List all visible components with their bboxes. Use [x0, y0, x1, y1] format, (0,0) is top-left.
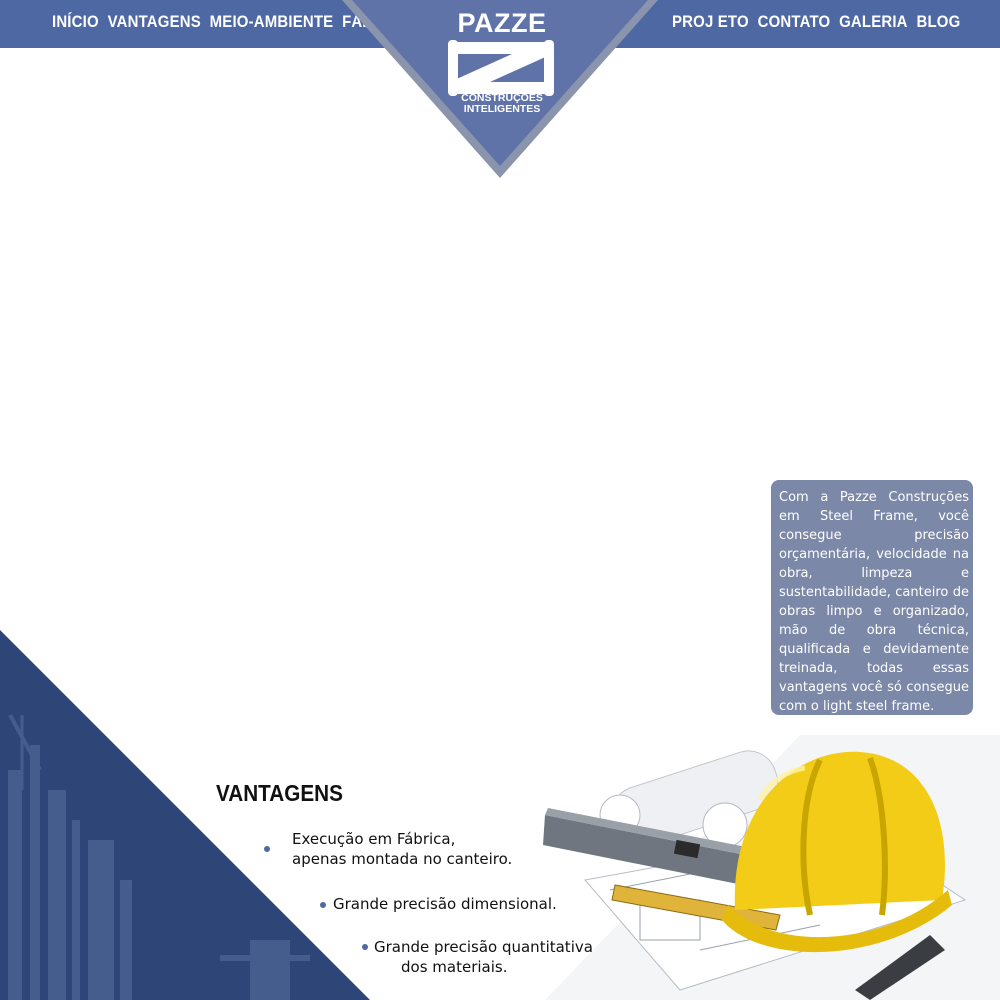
info-box-text: Com a Pazze Construções em Steel Frame, …: [779, 490, 969, 714]
bullet-dot: [264, 846, 270, 852]
nav-right: PROJ ETO CONTATO GALERIA BLOG: [672, 12, 960, 32]
advantage-item: Execução em Fábrica, apenas montada no c…: [292, 829, 512, 869]
logo-brand: PAZZE: [457, 8, 547, 38]
nav-item-galeria[interactable]: GALERIA: [839, 12, 908, 32]
advantage-item: Grande precisão dimensional.: [333, 894, 557, 914]
logo-tagline: CONSTRUÇÕES INTELIGENTES: [442, 93, 562, 115]
bullet-dot: [362, 944, 368, 950]
bullet-dot: [320, 902, 326, 908]
nav-item-blog[interactable]: BLOG: [916, 12, 960, 32]
advantage-item-line1: Grande precisão quantitativa: [374, 938, 593, 956]
advantage-item-line1: Execução em Fábrica,: [292, 830, 456, 848]
nav-item-inicio[interactable]: INÍCIO: [52, 12, 99, 32]
nav-item-projeto[interactable]: PROJ ETO: [672, 12, 749, 32]
advantage-item-line2: apenas montada no canteiro.: [292, 850, 513, 868]
logo[interactable]: PAZZE CONSTRUÇÕES INTELIGENTES: [340, 0, 660, 180]
logo-tagline-line2: INTELIGENTES: [463, 103, 541, 115]
info-box: Com a Pazze Construções em Steel Frame, …: [771, 480, 973, 715]
advantage-item-line2: dos materiais.: [401, 958, 508, 976]
nav-item-meio-ambiente[interactable]: MEIO-AMBIENTE: [210, 12, 334, 32]
nav-item-contato[interactable]: CONTATO: [758, 12, 831, 32]
section-title-vantagens: VANTAGENS: [216, 780, 343, 806]
advantage-item: Grande precisão quantitativa dos materia…: [374, 937, 593, 977]
advantage-item-line1: Grande precisão dimensional.: [333, 895, 557, 913]
nav-item-vantagens[interactable]: VANTAGENS: [108, 12, 201, 32]
